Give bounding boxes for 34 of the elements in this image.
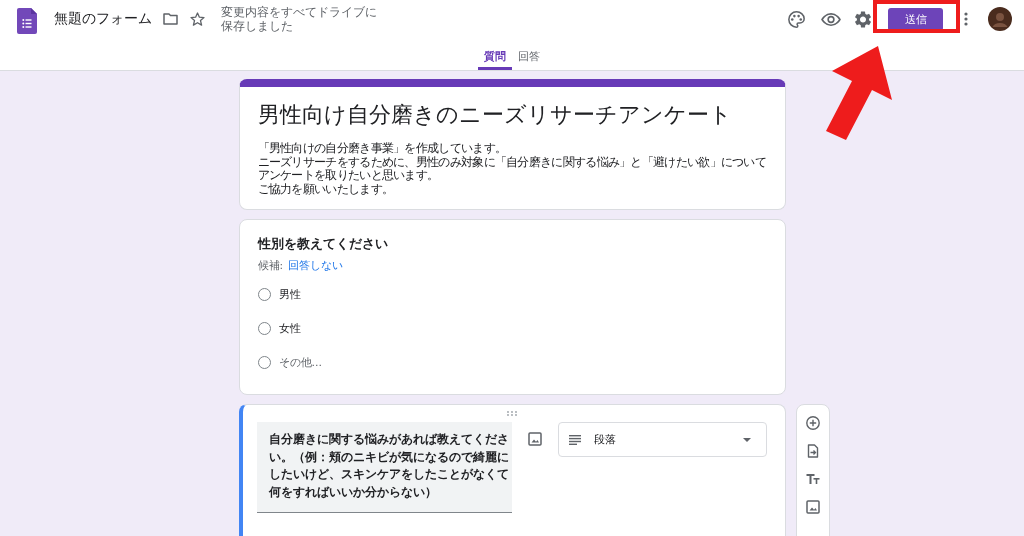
paragraph-lines-icon: [568, 434, 581, 445]
option-label: 男性: [278, 286, 301, 302]
star-icon[interactable]: [190, 12, 205, 26]
form-icon[interactable]: [17, 8, 37, 34]
description-line: 「男性向けの自分磨き事業」を作成しています。: [257, 142, 507, 156]
question-type-dropdown[interactable]: 段落: [557, 422, 767, 457]
avatar-icon[interactable]: [988, 7, 1012, 31]
settings-icon[interactable]: [855, 10, 871, 28]
question-title: 性別を教えてください: [257, 235, 389, 252]
folder-icon[interactable]: [163, 13, 178, 25]
image-icon[interactable]: [805, 500, 820, 514]
more-options-icon[interactable]: [964, 12, 968, 26]
tab[interactable]: 回答: [512, 38, 546, 70]
description-line: アンケートを取りたいと思います。: [257, 169, 439, 183]
eye-icon[interactable]: [821, 12, 841, 26]
caret-icon: [742, 437, 751, 442]
plus-circle-icon[interactable]: [805, 416, 820, 430]
save-status-text: 変更内容をすべてドライブに保存しました: [221, 5, 378, 33]
image-icon[interactable]: [527, 432, 542, 446]
form-title: 男性向け自分磨きのニーズリサーチアンケート: [257, 101, 733, 129]
palette-icon[interactable]: [788, 10, 805, 28]
send-button[interactable]: 送信: [888, 7, 943, 31]
drag-handle-icon[interactable]: [506, 411, 517, 416]
question-title-field[interactable]: 自分磨きに関する悩みがあれば教えてください。（例：頬のニキビが気になるので綺麗にしたいけど、スキンケアをしたことがなくて何をすればいいか分からない）: [256, 422, 512, 513]
description-line: ご協力を願いいたします。: [257, 182, 394, 196]
document-title[interactable]: 無題のフォーム: [54, 10, 152, 28]
tab[interactable]: 質問: [478, 38, 512, 70]
text-icon[interactable]: [805, 472, 820, 486]
option-label: 女性: [278, 320, 301, 336]
description-line: ニーズリサーチをするために、男性のみ対象に「自分磨きに関する悩み」と「避けたい欲」について: [257, 155, 766, 169]
file-arrow-icon[interactable]: [805, 444, 820, 458]
other-option-label: その他...: [278, 354, 322, 370]
suggestion-link[interactable]: 回答しない: [287, 259, 343, 272]
suggestion-label: 候補:: [257, 259, 285, 272]
